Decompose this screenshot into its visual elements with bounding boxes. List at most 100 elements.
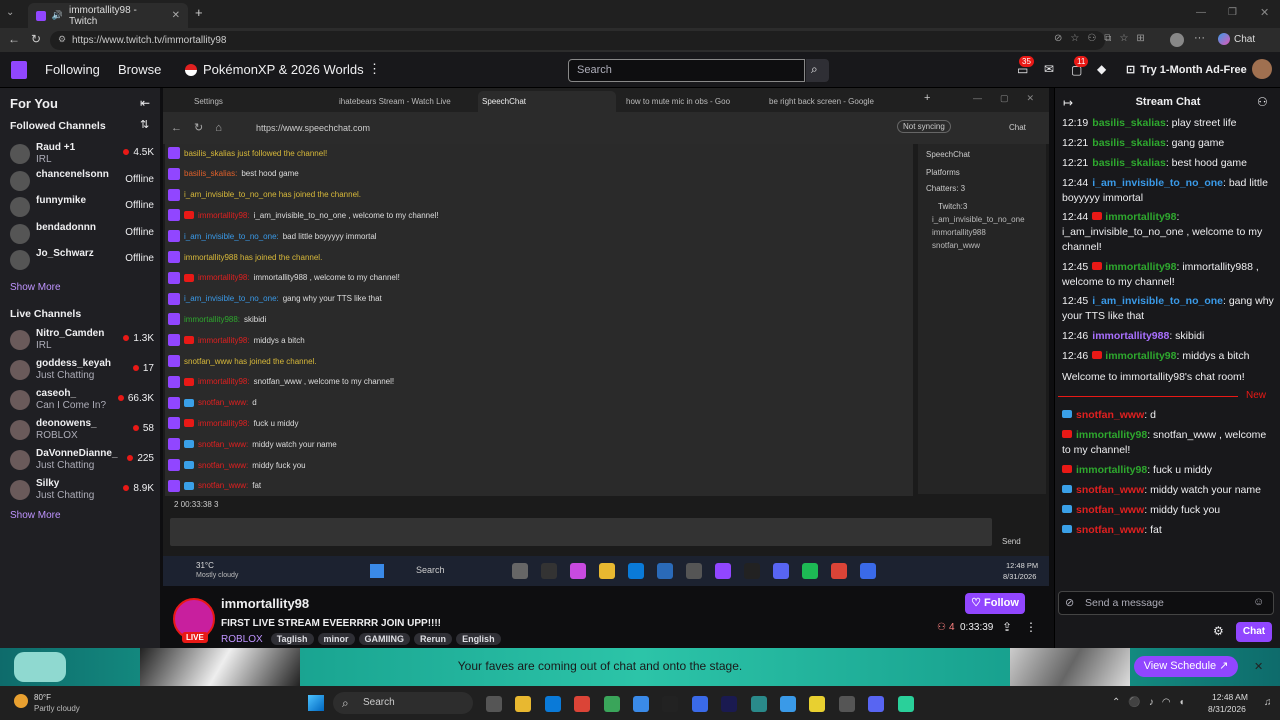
chat-username[interactable]: i_am_invisible_to_no_one: [1092, 295, 1223, 307]
taskbar-app-icon[interactable]: [868, 696, 885, 712]
notification-bell-icon[interactable]: ♫: [1264, 697, 1272, 708]
search-button[interactable]: ⌕: [806, 59, 829, 82]
more-options-icon[interactable]: ⋮: [1025, 620, 1037, 634]
tag-item[interactable]: GAMIING: [358, 633, 411, 645]
close-tab-icon[interactable]: ✕: [172, 10, 180, 21]
inbox-icon[interactable]: ✉: [1044, 62, 1054, 76]
more-icon[interactable]: ···: [1194, 32, 1205, 44]
taskbar-app-icon[interactable]: [721, 696, 738, 712]
follow-button[interactable]: ♡ Follow: [965, 593, 1025, 614]
minimize-icon[interactable]: —: [1196, 7, 1206, 18]
taskbar-app-icon[interactable]: [809, 696, 826, 712]
tag-item[interactable]: English: [456, 633, 501, 645]
taskbar-app-icon[interactable]: [603, 696, 620, 712]
crown-icon[interactable]: ◆: [1097, 62, 1106, 76]
users-icon[interactable]: ⚇: [1257, 95, 1268, 109]
taskbar-app-icon[interactable]: [544, 696, 561, 712]
taskbar-app-icon[interactable]: [691, 696, 708, 712]
live-channel-item[interactable]: caseoh_ Can I Come In? 66.3K: [10, 388, 158, 414]
start-icon[interactable]: [308, 695, 324, 711]
followed-channel-item[interactable]: chancenelsonn Offline: [10, 169, 158, 195]
taskbar-temp[interactable]: 80°F: [34, 693, 51, 702]
live-channel-item[interactable]: DaVonneDianne_ Just Chatting 225: [10, 448, 158, 474]
followed-channel-item[interactable]: Raud +1 IRL 4.5K: [10, 142, 158, 168]
chat-username[interactable]: immortallity98: [1076, 464, 1147, 476]
inner-taskbar-app-icon: [686, 563, 702, 579]
chat-input[interactable]: Send a message: [1058, 591, 1274, 615]
collapse-sidebar-icon[interactable]: ⇤: [140, 96, 150, 110]
chat-username[interactable]: basilis_skalias: [1092, 137, 1166, 149]
channel-name[interactable]: immortallity98: [221, 596, 309, 611]
taskbar-app-icon[interactable]: [662, 696, 679, 712]
reload-icon[interactable]: ↻: [31, 32, 41, 46]
show-more-followed[interactable]: Show More: [10, 282, 61, 293]
tag-item[interactable]: minor: [317, 633, 355, 645]
user-avatar[interactable]: [1252, 59, 1272, 79]
live-channel-item[interactable]: Silky Just Chatting 8.9K: [10, 478, 158, 504]
live-channel-item[interactable]: Nitro_Camden IRL 1.3K: [10, 328, 158, 354]
twitch-logo-icon[interactable]: [11, 61, 27, 79]
chat-username[interactable]: snotfan_www: [1076, 484, 1144, 496]
chat-username[interactable]: immortallity98: [1105, 261, 1176, 273]
sort-icon[interactable]: ⇅: [140, 118, 149, 131]
followed-channel-item[interactable]: funnymike Offline: [10, 195, 158, 221]
emote-icon[interactable]: ☺: [1253, 596, 1264, 608]
taskbar-time[interactable]: 12:48 AM: [1212, 692, 1248, 702]
followed-channel-item[interactable]: Jo_Schwarz Offline: [10, 248, 158, 274]
chat-username[interactable]: basilis_skalias: [1092, 157, 1166, 169]
chat-username[interactable]: immortallity988: [1092, 330, 1169, 342]
browser-tab-active[interactable]: 🔊 immortallity98 - Twitch ✕: [28, 3, 188, 28]
tab-list-icon[interactable]: ⌄: [6, 7, 14, 18]
chat-username[interactable]: snotfan_www: [1076, 504, 1144, 516]
settings-gear-icon[interactable]: ⚙: [1213, 624, 1224, 638]
chat-username[interactable]: snotfan_www: [1076, 409, 1144, 421]
taskbar-app-icon[interactable]: [897, 696, 914, 712]
chat-username[interactable]: snotfan_www: [1076, 524, 1144, 536]
taskbar-date[interactable]: 8/31/2026: [1208, 704, 1246, 714]
chat-username[interactable]: i_am_invisible_to_no_one: [1092, 177, 1223, 189]
new-tab-icon[interactable]: +: [195, 5, 203, 20]
followed-channel-item[interactable]: bendadonnn Offline: [10, 222, 158, 248]
nav-following[interactable]: Following: [45, 62, 100, 77]
copilot-chat-button[interactable]: Chat: [1218, 33, 1255, 45]
taskbar-app-icon[interactable]: [750, 696, 767, 712]
taskbar-app-icon[interactable]: [486, 696, 502, 712]
live-channel-item[interactable]: goddess_keyah Just Chatting 17: [10, 358, 158, 384]
toolbar-icons[interactable]: ⊘☆⚇⧉☆⊞: [1054, 33, 1153, 44]
chat-username[interactable]: immortallity98: [1076, 429, 1147, 441]
site-info-icon[interactable]: ⚙: [58, 34, 66, 45]
adfree-button[interactable]: ⊡ Try 1-Month Ad-Free: [1126, 63, 1247, 77]
chat-username[interactable]: immortallity98: [1105, 211, 1176, 223]
taskbar-search[interactable]: Search: [333, 692, 473, 714]
weather-icon[interactable]: [14, 694, 28, 708]
taskbar-app-icon[interactable]: [574, 696, 591, 712]
show-more-live[interactable]: Show More: [10, 510, 61, 521]
taskbar-weather[interactable]: Partly cloudy: [34, 704, 80, 713]
profile-avatar[interactable]: [1170, 33, 1184, 47]
close-window-icon[interactable]: ✕: [1260, 6, 1269, 19]
chat-username[interactable]: basilis_skalias: [1092, 117, 1166, 129]
url-field[interactable]: https://www.twitch.tv/immortallity98: [50, 31, 1105, 50]
chat-send-button[interactable]: Chat: [1236, 622, 1272, 642]
nav-browse[interactable]: Browse: [118, 62, 161, 77]
taskbar-app-icon[interactable]: [515, 696, 532, 712]
live-channel-item[interactable]: deonowens_ ROBLOX 58: [10, 418, 158, 444]
chat-username[interactable]: immortallity98: [1105, 350, 1176, 362]
taskbar-app-icon[interactable]: [780, 696, 796, 712]
tag-item[interactable]: Taglish: [270, 633, 314, 645]
share-icon[interactable]: ⇪: [1002, 620, 1012, 634]
speaker-icon[interactable]: 🔊: [52, 10, 63, 21]
taskbar-app-icon[interactable]: [838, 696, 855, 712]
hide-icon[interactable]: ⊘: [1065, 596, 1074, 609]
back-icon[interactable]: ←: [8, 32, 20, 46]
twitch-search-input[interactable]: Search: [568, 59, 805, 82]
taskbar-app-icon[interactable]: [633, 696, 649, 712]
tray-icons[interactable]: ⌃⚫♪◠◖: [1112, 697, 1193, 708]
stream-category[interactable]: ROBLOX: [221, 634, 263, 645]
view-schedule-button[interactable]: View Schedule ↗: [1134, 656, 1238, 677]
maximize-icon[interactable]: ❐: [1228, 7, 1237, 18]
nav-promo[interactable]: PokémonXP & 2026 Worlds: [185, 62, 364, 77]
tag-item[interactable]: Rerun: [414, 633, 453, 645]
close-banner-icon[interactable]: ✕: [1254, 660, 1263, 673]
nav-more-icon[interactable]: ⋮: [368, 61, 381, 77]
